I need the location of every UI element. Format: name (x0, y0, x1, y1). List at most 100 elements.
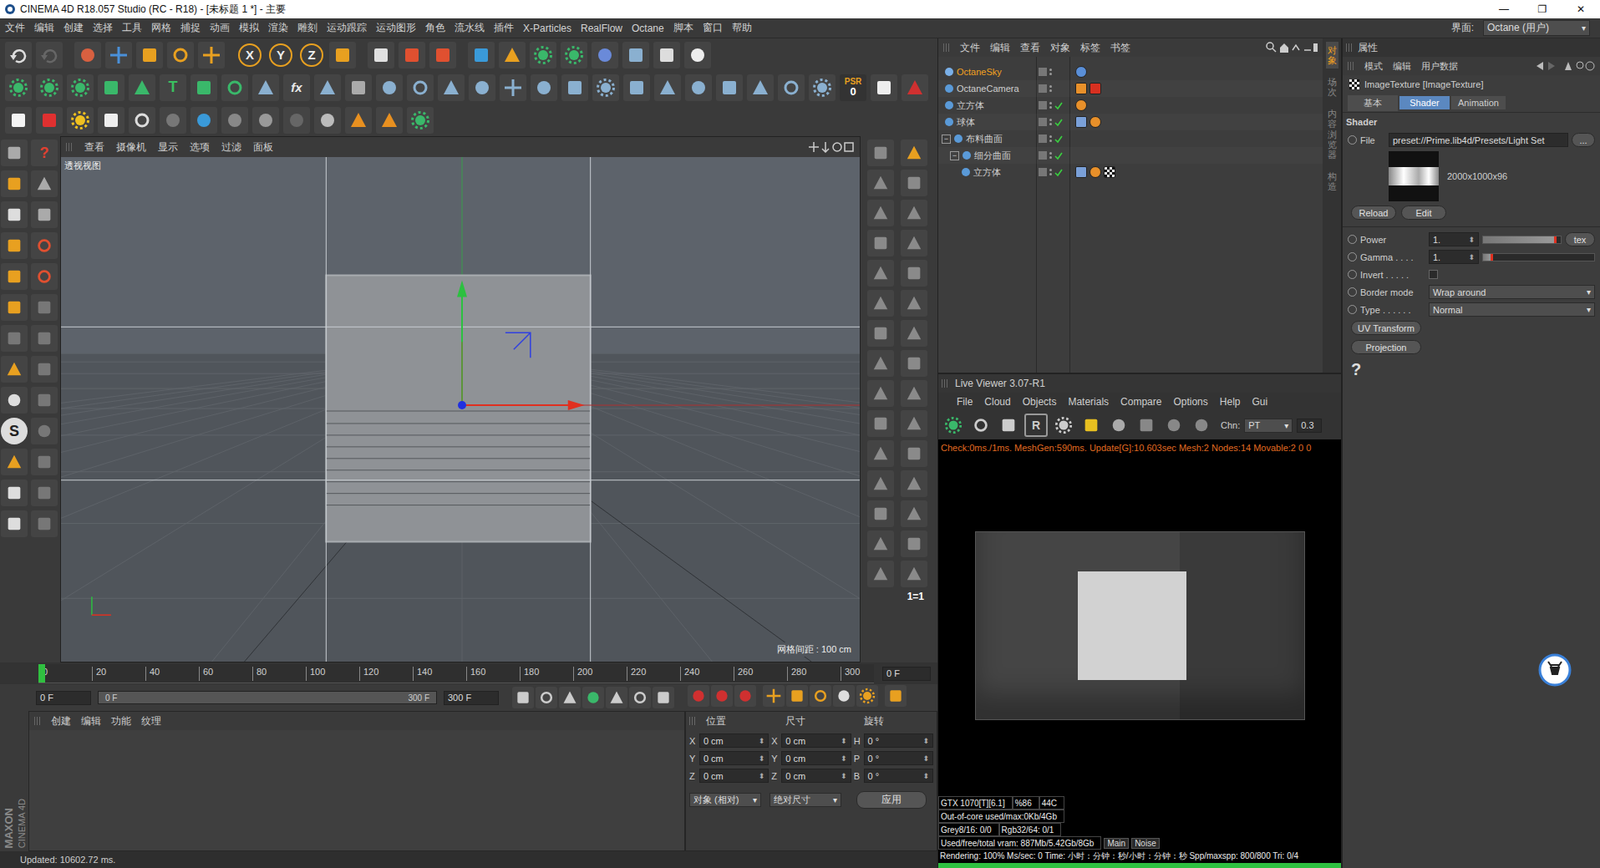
tool-button[interactable] (128, 74, 156, 102)
tool-button[interactable] (0, 201, 28, 229)
enabled-check[interactable] (1054, 67, 1063, 77)
object-menu-item[interactable]: 对象 (1050, 40, 1071, 56)
tool-button[interactable] (30, 355, 58, 383)
tool-button[interactable] (221, 106, 249, 134)
enabled-check[interactable] (1054, 134, 1063, 143)
tool-button[interactable] (535, 686, 558, 709)
live-viewer-menu-item[interactable]: Options (1173, 396, 1208, 408)
attributes-menu-item[interactable]: 编辑 (1392, 60, 1412, 73)
tool-button[interactable] (867, 199, 894, 227)
tag-icon[interactable] (1075, 166, 1087, 178)
layer-box[interactable] (1038, 134, 1047, 143)
texture-button[interactable]: Edit (1401, 205, 1447, 220)
apply-button[interactable]: 应用 (856, 791, 927, 809)
object-row[interactable]: − 布料曲面 (938, 130, 1323, 148)
effector-button[interactable]: fx (283, 74, 310, 102)
side-tab[interactable]: 内容浏览器 (1325, 105, 1339, 163)
viewport-canvas[interactable]: 透视视图 网格间距 : 100 cm (60, 157, 860, 662)
object-row[interactable]: 立方体 (938, 96, 1323, 114)
end-frame-field[interactable]: 300 F (443, 690, 499, 706)
material-menu-item[interactable]: 编辑 (81, 714, 102, 729)
enabled-check[interactable] (1054, 151, 1063, 160)
tool-button[interactable] (468, 74, 496, 102)
side-tab[interactable]: 构造 (1325, 167, 1339, 195)
tool-button[interactable] (367, 41, 395, 69)
rotation-field[interactable]: 0 °⬍ (863, 733, 934, 748)
tool-button[interactable] (867, 169, 894, 197)
enabled-check[interactable] (1054, 167, 1063, 177)
tool-button[interactable] (1189, 413, 1214, 437)
tool-button[interactable] (867, 440, 894, 468)
tool-button[interactable] (654, 74, 681, 102)
rotation-field[interactable]: 0 °⬍ (863, 768, 934, 783)
timeline-ruler[interactable]: 0204060801001201401601802002202402602803… (38, 664, 874, 684)
viewport-menu-item[interactable]: 摄像机 (116, 140, 147, 155)
tool-button[interactable] (97, 106, 125, 134)
tool-button[interactable] (406, 74, 434, 102)
tool-button[interactable] (35, 74, 63, 102)
tool-button[interactable] (221, 74, 249, 102)
menu-item[interactable]: 选择 (92, 20, 113, 36)
visibility-dots[interactable] (1049, 118, 1052, 126)
tool-button[interactable] (867, 530, 894, 558)
tool-button[interactable] (900, 410, 928, 437)
menu-item[interactable]: 编辑 (34, 20, 55, 36)
attributes-tab[interactable]: 基本 (1347, 95, 1398, 112)
live-viewer-menu-item[interactable]: File (956, 396, 973, 408)
tool-button[interactable] (582, 686, 605, 709)
menu-item[interactable]: 角色 (425, 20, 446, 36)
tool-button[interactable] (900, 169, 928, 197)
tool-button[interactable] (867, 380, 894, 407)
deer-logo-icon[interactable] (1538, 653, 1572, 687)
live-viewer-menu-item[interactable]: Objects (1022, 396, 1057, 408)
live-viewer-menu-item[interactable]: Gui (1251, 396, 1268, 408)
side-tab[interactable]: 场次 (1325, 73, 1339, 101)
tool-button[interactable] (560, 41, 588, 69)
menu-item[interactable]: 模拟 (238, 20, 260, 36)
help-button[interactable]: ? (30, 139, 58, 167)
object-menu-item[interactable]: 标签 (1080, 40, 1101, 56)
tool-button[interactable] (900, 139, 928, 167)
param-slider[interactable] (1482, 253, 1595, 262)
viewport-menu-item[interactable]: 显示 (157, 140, 178, 155)
tool-button[interactable] (467, 41, 495, 69)
viewport-menu-item[interactable]: 选项 (189, 140, 210, 155)
tool-button[interactable] (1051, 413, 1076, 437)
tool-button[interactable] (762, 685, 785, 707)
tool-button[interactable] (5, 74, 32, 102)
menu-item[interactable]: 捕捉 (180, 20, 201, 36)
live-viewer-menu-item[interactable]: Help (1219, 396, 1241, 408)
navigation-icon[interactable] (1536, 60, 1595, 72)
tag-icon[interactable] (1075, 99, 1087, 112)
tool-button[interactable] (0, 510, 28, 538)
tool-button[interactable] (190, 74, 218, 102)
enabled-check[interactable] (1054, 84, 1063, 93)
tool-button[interactable] (0, 479, 28, 507)
window-control[interactable]: — (1484, 3, 1524, 16)
window-control[interactable]: ❐ (1523, 3, 1562, 16)
object-row[interactable]: OctaneCamera (938, 80, 1323, 97)
window-control[interactable]: ✕ (1561, 3, 1600, 16)
material-area[interactable] (29, 730, 685, 851)
tag-icon[interactable] (1075, 66, 1087, 78)
stat-tab[interactable]: Noise (1131, 838, 1160, 849)
tool-button[interactable] (900, 289, 928, 317)
tool-button[interactable] (329, 41, 356, 69)
tool-button[interactable] (136, 41, 163, 69)
tool-button[interactable] (786, 685, 808, 707)
tool-button[interactable] (900, 470, 928, 498)
attributes-menu-item[interactable]: 用户数据 (1421, 60, 1458, 73)
tool-button[interactable] (35, 106, 63, 134)
tool-button[interactable] (809, 685, 832, 707)
axis-lock-button[interactable]: X (238, 43, 262, 67)
start-frame-field[interactable]: 0 F (35, 690, 92, 706)
enabled-check[interactable] (1054, 117, 1063, 127)
param-checkbox[interactable] (1428, 269, 1438, 280)
menu-item[interactable]: 插件 (493, 20, 514, 36)
tool-button[interactable] (867, 229, 894, 257)
tool-button[interactable] (30, 510, 58, 538)
param-dropdown[interactable]: Normal▾ (1428, 302, 1595, 317)
region-button[interactable]: R (1024, 413, 1048, 437)
tex-button[interactable]: tex (1564, 232, 1595, 247)
tool-button[interactable] (867, 500, 894, 528)
